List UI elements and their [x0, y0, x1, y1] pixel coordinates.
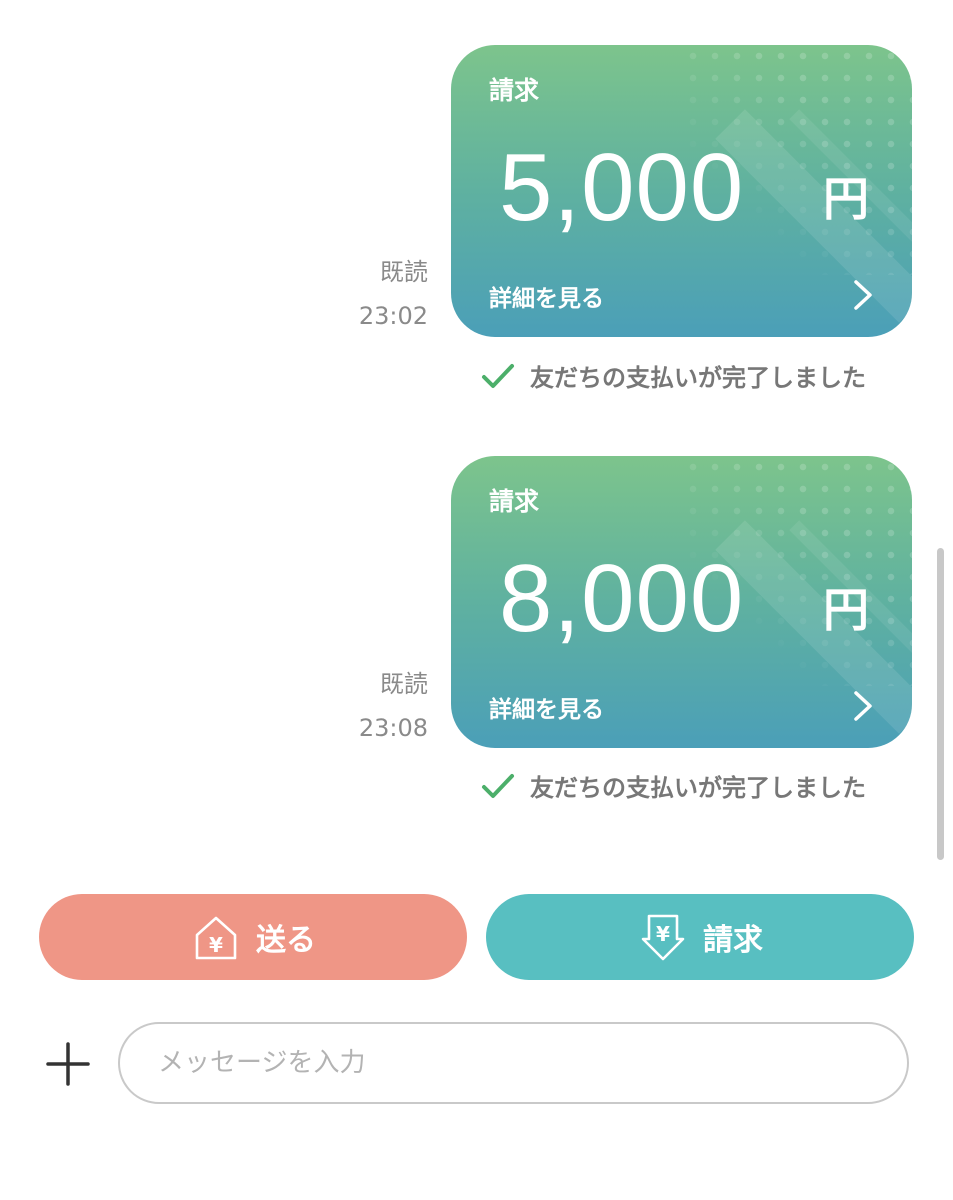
- yen-down-arrow-icon: ¥: [641, 914, 685, 961]
- request-money-button[interactable]: ¥ 請求: [486, 894, 914, 980]
- read-receipt: 既読: [380, 670, 428, 698]
- check-icon: [482, 773, 514, 798]
- read-receipt: 既読: [380, 258, 428, 286]
- payment-status-text: 友だちの支払いが完了しました: [530, 364, 866, 392]
- message-meta: 既読 23:02: [359, 252, 428, 336]
- payment-status: 友だちの支払いが完了しました: [480, 358, 866, 393]
- card-title: 請求: [489, 76, 540, 105]
- card-amount: 5,000: [499, 134, 745, 241]
- card-currency-unit: 円: [823, 583, 869, 637]
- view-details-link[interactable]: 詳細を見る: [489, 279, 604, 313]
- send-button-label: 送る: [256, 923, 316, 958]
- card-amount: 8,000: [499, 545, 745, 652]
- svg-text:¥: ¥: [209, 933, 223, 957]
- view-details-link[interactable]: 詳細を見る: [489, 690, 604, 724]
- plus-icon[interactable]: [44, 1040, 92, 1088]
- chevron-right-icon[interactable]: [850, 688, 876, 724]
- yen-house-icon: ¥: [195, 916, 237, 960]
- payment-request-card[interactable]: 請求 8,000 円 詳細を見る: [451, 456, 912, 748]
- payment-status-text: 友だちの支払いが完了しました: [530, 774, 866, 802]
- message-meta: 既読 23:08: [359, 664, 428, 748]
- message-time: 23:08: [358, 714, 428, 742]
- payment-request-card[interactable]: 請求 5,000 円 詳細を見る: [451, 45, 912, 337]
- card-title: 請求: [489, 487, 540, 516]
- check-icon: [482, 363, 514, 388]
- chevron-right-icon[interactable]: [850, 277, 876, 313]
- svg-text:¥: ¥: [656, 922, 670, 946]
- payment-status: 友だちの支払いが完了しました: [480, 768, 866, 803]
- message-input[interactable]: [118, 1022, 909, 1104]
- message-time: 23:02: [358, 302, 428, 330]
- request-button-label: 請求: [703, 923, 763, 958]
- scrollbar[interactable]: [937, 548, 944, 860]
- card-currency-unit: 円: [823, 172, 869, 226]
- send-money-button[interactable]: ¥ 送る: [39, 894, 467, 980]
